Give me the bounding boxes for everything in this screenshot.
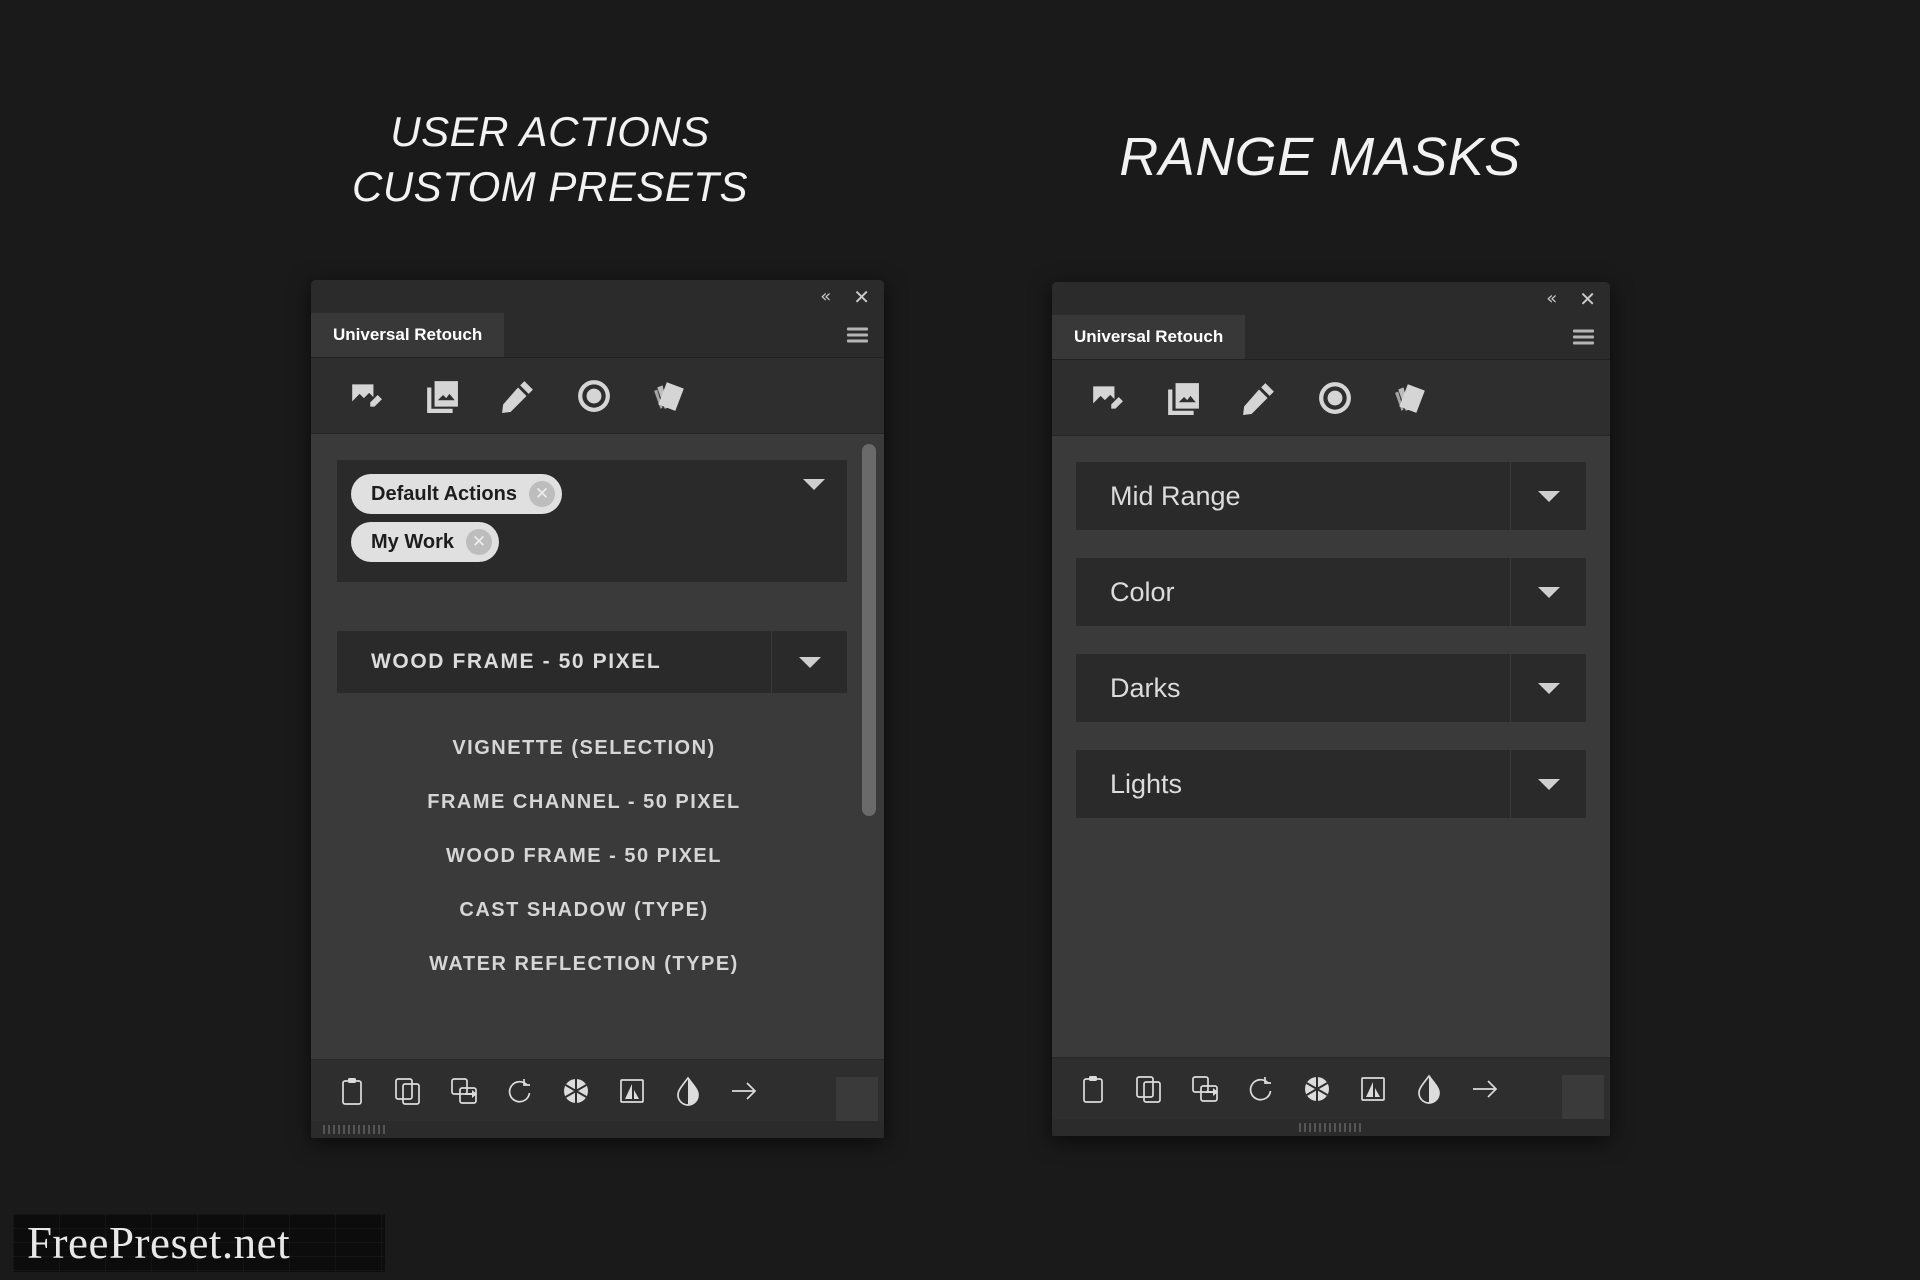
contrast-drop-icon[interactable] xyxy=(1414,1074,1444,1104)
list-item[interactable]: FRAME CHANNEL - 50 PIXEL xyxy=(321,775,847,829)
panel-bottom-toolbar xyxy=(1052,1057,1610,1119)
chevron-down-icon xyxy=(1537,490,1560,502)
copy-icon[interactable] xyxy=(1134,1074,1164,1104)
hamburger-menu-icon[interactable] xyxy=(1573,329,1594,345)
range-dropdown-lights[interactable]: Lights xyxy=(1076,750,1586,818)
close-icon[interactable]: ✕ xyxy=(1579,289,1596,309)
arrow-right-icon[interactable] xyxy=(1470,1074,1500,1104)
window-controls: « ✕ xyxy=(1546,282,1596,315)
pencil-icon[interactable] xyxy=(1242,381,1276,415)
drag-grip[interactable] xyxy=(1299,1123,1363,1132)
chevron-down-icon[interactable] xyxy=(803,479,825,490)
range-dropdown-toggle[interactable] xyxy=(1510,750,1586,818)
tab-universal-retouch[interactable]: Universal Retouch xyxy=(1052,315,1246,359)
tag-pill[interactable]: Default Actions ✕ xyxy=(351,474,562,514)
chevron-down-icon xyxy=(1537,682,1560,694)
image-stack-icon[interactable] xyxy=(425,379,459,413)
panel-bottom-toolbar xyxy=(311,1059,884,1121)
range-dropdown-value: Lights xyxy=(1110,768,1183,799)
arrow-right-icon[interactable] xyxy=(729,1076,759,1106)
range-mask-list: Mid Range Color Darks Lights xyxy=(1076,462,1586,818)
aperture-icon[interactable] xyxy=(561,1076,591,1106)
action-list: VIGNETTE (SELECTION) FRAME CHANNEL - 50 … xyxy=(321,721,847,991)
color-swatches-icon[interactable] xyxy=(653,379,687,413)
panel-titlebar: « ✕ xyxy=(311,280,884,313)
record-circle-icon[interactable] xyxy=(1318,381,1352,415)
panel-grip-bar xyxy=(311,1121,884,1138)
preset-dropdown-value: WOOD FRAME - 50 PIXEL xyxy=(371,650,662,673)
range-dropdown-darks[interactable]: Darks xyxy=(1076,654,1586,722)
preset-dropdown[interactable]: WOOD FRAME - 50 PIXEL xyxy=(337,631,847,693)
collapse-icon[interactable]: « xyxy=(1546,289,1557,308)
range-dropdown-value: Color xyxy=(1110,576,1175,607)
drag-grip[interactable] xyxy=(323,1125,387,1134)
vertical-scrollbar[interactable] xyxy=(862,444,876,816)
collapse-icon[interactable]: « xyxy=(820,287,831,306)
copy-icon[interactable] xyxy=(393,1076,423,1106)
resize-handle[interactable] xyxy=(1562,1075,1604,1119)
chevron-down-icon xyxy=(798,656,821,668)
panel-tabstrip: Universal Retouch xyxy=(1052,315,1610,360)
window-controls: « ✕ xyxy=(820,280,870,313)
tag-label: My Work xyxy=(371,530,454,553)
user-actions-panel: « ✕ Universal Retouch Default Actions ✕ xyxy=(311,280,884,1138)
image-edit-icon[interactable] xyxy=(349,379,383,413)
tag-pill[interactable]: My Work ✕ xyxy=(351,522,499,562)
range-dropdown-toggle[interactable] xyxy=(1510,654,1586,722)
tag-label: Default Actions xyxy=(371,482,517,505)
close-icon[interactable]: ✕ xyxy=(853,287,870,307)
panel-content-left: Default Actions ✕ My Work ✕ WOOD FRAME -… xyxy=(311,434,884,1059)
list-item[interactable]: WOOD FRAME - 50 PIXEL xyxy=(321,829,847,883)
range-dropdown-color[interactable]: Color xyxy=(1076,558,1586,626)
clipboard-icon[interactable] xyxy=(337,1076,367,1106)
range-dropdown-value: Darks xyxy=(1110,672,1181,703)
chevron-down-icon xyxy=(1537,586,1560,598)
preset-dropdown-toggle[interactable] xyxy=(771,631,847,693)
color-swatches-icon[interactable] xyxy=(1394,381,1428,415)
panel-grip-bar xyxy=(1052,1119,1610,1136)
tag-filter-box: Default Actions ✕ My Work ✕ xyxy=(337,460,847,582)
rotate-add-icon[interactable] xyxy=(1246,1074,1276,1104)
contrast-drop-icon[interactable] xyxy=(673,1076,703,1106)
rotate-add-icon[interactable] xyxy=(505,1076,535,1106)
aperture-icon[interactable] xyxy=(1302,1074,1332,1104)
transfer-icon[interactable] xyxy=(1190,1074,1220,1104)
clipboard-icon[interactable] xyxy=(1078,1074,1108,1104)
page-title-right: RANGE MASKS xyxy=(1119,127,1521,187)
transfer-icon[interactable] xyxy=(449,1076,479,1106)
hamburger-menu-icon[interactable] xyxy=(847,327,868,343)
list-item[interactable]: WATER REFLECTION (TYPE) xyxy=(321,937,847,991)
page-title-left: USER ACTIONS CUSTOM PRESETS xyxy=(352,108,748,211)
range-dropdown-mid-range[interactable]: Mid Range xyxy=(1076,462,1586,530)
image-edit-icon[interactable] xyxy=(1090,381,1124,415)
range-dropdown-value: Mid Range xyxy=(1110,480,1241,511)
tab-universal-retouch[interactable]: Universal Retouch xyxy=(311,313,505,357)
panel-titlebar: « ✕ xyxy=(1052,282,1610,315)
list-item[interactable]: CAST SHADOW (TYPE) xyxy=(321,883,847,937)
image-stack-icon[interactable] xyxy=(1166,381,1200,415)
tag-remove-icon[interactable]: ✕ xyxy=(465,529,492,555)
chevron-down-icon xyxy=(1537,778,1560,790)
image-frame-icon[interactable] xyxy=(1358,1074,1388,1104)
panel-icon-toolbar xyxy=(1052,360,1610,436)
range-masks-panel: « ✕ Universal Retouch Mid Range Color Da… xyxy=(1052,282,1610,1136)
range-dropdown-toggle[interactable] xyxy=(1510,558,1586,626)
watermark-text: FreePreset.net xyxy=(27,1218,291,1268)
range-dropdown-toggle[interactable] xyxy=(1510,462,1586,530)
resize-handle[interactable] xyxy=(836,1077,878,1121)
record-circle-icon[interactable] xyxy=(577,379,611,413)
panel-tabstrip: Universal Retouch xyxy=(311,313,884,358)
panel-icon-toolbar xyxy=(311,358,884,434)
pencil-icon[interactable] xyxy=(501,379,535,413)
image-frame-icon[interactable] xyxy=(617,1076,647,1106)
tag-remove-icon[interactable]: ✕ xyxy=(528,481,555,507)
watermark: FreePreset.net xyxy=(13,1214,385,1272)
panel-content-right: Mid Range Color Darks Lights xyxy=(1052,436,1610,1057)
list-item[interactable]: VIGNETTE (SELECTION) xyxy=(321,721,847,775)
